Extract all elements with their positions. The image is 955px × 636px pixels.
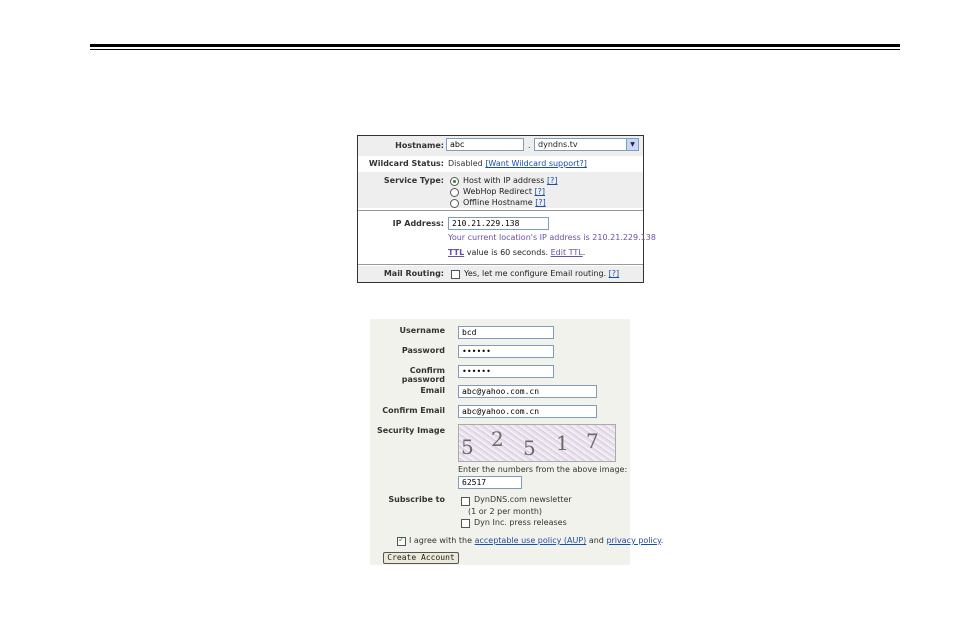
agree-text: I agree with the acceptable use policy (…: [409, 536, 664, 545]
wildcard-support-link[interactable]: [Want Wildcard support?]: [485, 159, 587, 168]
wildcard-label: Wildcard Status:: [368, 159, 444, 168]
help-link[interactable]: [?]: [609, 269, 620, 278]
hostname-input[interactable]: abc: [446, 138, 524, 151]
hostname-row: Hostname: abc . dyndns.tv ▼: [358, 136, 643, 156]
ttl-text: value is 60 seconds.: [466, 248, 549, 257]
security-image-label: Security Image: [377, 426, 445, 435]
wildcard-status: Disabled: [448, 159, 483, 168]
confirm-email-label: Confirm Email: [382, 406, 445, 415]
press-releases-checkbox[interactable]: [461, 519, 470, 528]
email-input[interactable]: abc@yahoo.com.cn: [458, 385, 597, 398]
header-rule-thin: [90, 49, 900, 50]
edit-ttl-link[interactable]: Edit TTL: [551, 248, 583, 257]
captcha-input[interactable]: 62517: [458, 476, 522, 489]
email-label: Email: [420, 386, 445, 395]
ip-address-input[interactable]: 210.21.229.138: [448, 217, 549, 230]
captcha-digit: 7: [586, 429, 599, 453]
service-type-row: Service Type: Host with IP address [?] W…: [358, 172, 643, 208]
captcha-hint: Enter the numbers from the above image:: [458, 465, 628, 474]
mail-routing-row: Mail Routing: Yes, let me configure Emai…: [358, 266, 643, 282]
newsletter-label: DynDNS.com newsletter: [474, 495, 572, 504]
press-releases-label: Dyn Inc. press releases: [474, 518, 567, 527]
ip-row: IP Address: 210.21.229.138 Your current …: [358, 212, 656, 264]
wildcard-value: Disabled [Want Wildcard support?]: [448, 159, 587, 168]
subscribe-label: Subscribe to: [388, 495, 445, 504]
radio-offline[interactable]: [450, 199, 459, 208]
privacy-policy-link[interactable]: privacy policy: [606, 536, 660, 545]
current-ip-hint[interactable]: Your current location's IP address is 21…: [448, 233, 656, 242]
service-option-label: WebHop Redirect [?]: [463, 187, 546, 196]
captcha-image: 5 2 5 1 7: [458, 424, 616, 462]
captcha-digit: 1: [556, 431, 569, 455]
create-account-panel: Username bcd Password •••••• Confirm pas…: [370, 319, 663, 565]
password-input[interactable]: ••••••: [458, 345, 554, 358]
mail-routing-text: Yes, let me configure Email routing. [?]: [464, 269, 620, 278]
ip-label: IP Address:: [392, 219, 444, 228]
newsletter-checkbox[interactable]: [461, 497, 470, 506]
help-link[interactable]: [?]: [535, 198, 546, 207]
radio-webhop[interactable]: [450, 188, 459, 197]
confirm-password-input[interactable]: ••••••: [458, 365, 554, 378]
help-link[interactable]: [?]: [547, 176, 558, 185]
service-option-label: Host with IP address [?]: [463, 176, 558, 185]
hostname-settings-panel: Hostname: abc . dyndns.tv ▼ Wildcard Sta…: [357, 135, 656, 283]
create-account-button[interactable]: Create Account: [383, 552, 459, 564]
hostname-label: Hostname:: [395, 141, 444, 150]
divider: [358, 264, 643, 265]
username-label: Username: [399, 326, 445, 335]
divider: [358, 210, 643, 211]
hostname-dot: .: [528, 141, 531, 150]
agree-checkbox[interactable]: [397, 535, 406, 546]
help-link[interactable]: [?]: [535, 187, 546, 196]
wildcard-row: Wildcard Status: Disabled [Want Wildcard…: [358, 156, 643, 172]
service-option-label: Offline Hostname [?]: [463, 198, 546, 207]
confirm-email-input[interactable]: abc@yahoo.com.cn: [458, 405, 597, 418]
username-input[interactable]: bcd: [458, 326, 554, 339]
domain-select-value: dyndns.tv: [538, 140, 578, 149]
domain-select[interactable]: dyndns.tv ▼: [534, 138, 639, 151]
newsletter-note: (1 or 2 per month): [468, 507, 543, 516]
captcha-digit: 5: [523, 436, 536, 460]
ttl-link[interactable]: TTL: [448, 248, 464, 257]
password-label: Password: [401, 346, 445, 355]
ttl-line: TTL value is 60 seconds. Edit TTL.: [448, 248, 586, 257]
header-rule-thick: [90, 44, 900, 47]
chevron-down-icon[interactable]: ▼: [626, 139, 638, 150]
radio-host-ip[interactable]: [450, 177, 459, 186]
service-type-label: Service Type:: [383, 176, 444, 185]
mail-routing-checkbox[interactable]: [451, 270, 460, 279]
aup-link[interactable]: acceptable use policy (AUP): [475, 536, 587, 545]
captcha-digit: 2: [491, 427, 504, 451]
captcha-digit: 5: [461, 435, 474, 459]
confirm-password-label: Confirm password: [401, 366, 445, 384]
mail-routing-label: Mail Routing:: [383, 269, 444, 278]
